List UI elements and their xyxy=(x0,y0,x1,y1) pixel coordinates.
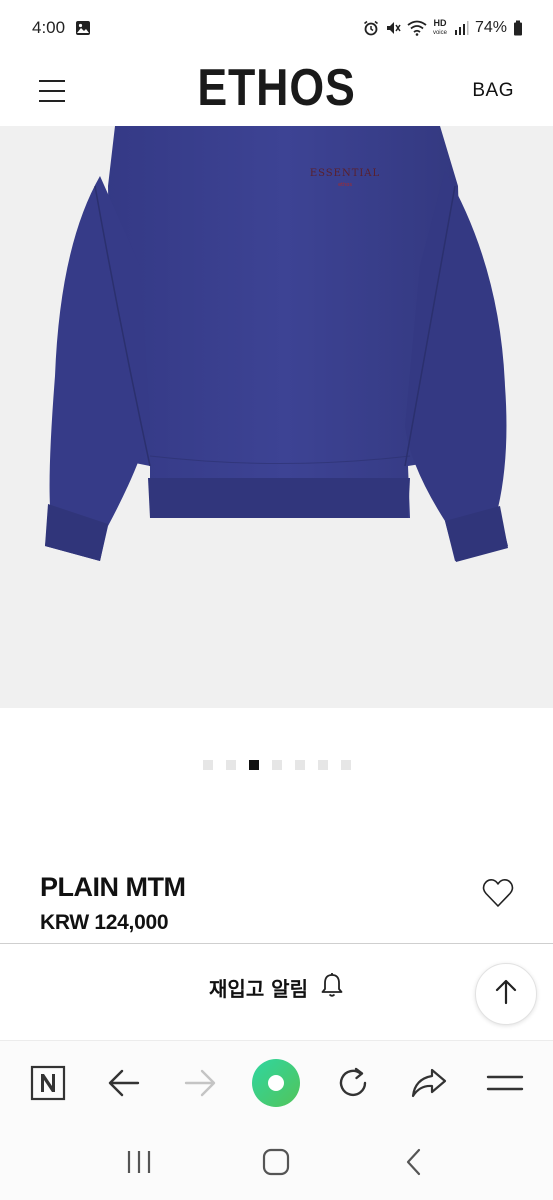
wifi-icon xyxy=(407,20,427,36)
gallery-dot[interactable] xyxy=(202,760,213,770)
battery-percent: 74% xyxy=(474,19,507,36)
product-name: PLAIN MTM xyxy=(40,872,186,902)
browser-toolbar xyxy=(0,1040,553,1124)
share-icon[interactable] xyxy=(404,1058,454,1108)
status-bar: 4:00 HD voice 74% xyxy=(0,0,553,56)
restock-label: 재입고 알림 xyxy=(209,977,308,1001)
gallery-dot[interactable] xyxy=(294,760,305,770)
status-left: 4:00 xyxy=(32,18,91,38)
divider xyxy=(0,943,553,944)
gallery-dot-active[interactable] xyxy=(248,760,259,770)
restock-alert-button[interactable]: 재입고 알림 xyxy=(0,972,553,1003)
naver-home-icon[interactable] xyxy=(23,1058,73,1108)
product-info: PLAIN MTM KRW 124,000 xyxy=(40,872,186,935)
gallery-icon xyxy=(75,20,91,36)
gallery-dot[interactable] xyxy=(340,760,351,770)
arrow-up-icon xyxy=(493,978,519,1011)
forward-arrow-icon[interactable] xyxy=(175,1058,225,1108)
back-arrow-icon[interactable] xyxy=(99,1058,149,1108)
menu-lines-icon[interactable] xyxy=(480,1058,530,1108)
product-price: KRW 124,000 xyxy=(40,911,169,934)
bell-icon xyxy=(320,972,344,1003)
alarm-icon xyxy=(363,20,379,36)
gallery-pagination xyxy=(0,760,553,770)
product-image[interactable]: ESSENTIAL ethos xyxy=(0,126,553,708)
home-icon[interactable] xyxy=(246,1137,306,1187)
gallery-dot[interactable] xyxy=(225,760,236,770)
green-dot-icon[interactable] xyxy=(251,1058,301,1108)
hamburger-menu-icon[interactable] xyxy=(39,80,65,102)
mute-icon xyxy=(385,20,401,36)
brand-logo[interactable]: ETHOS xyxy=(39,58,515,118)
hd-voice-icon: HD voice xyxy=(432,18,447,37)
gallery-dot[interactable] xyxy=(317,760,328,770)
battery-icon xyxy=(513,20,523,36)
heart-outline-icon[interactable] xyxy=(481,876,515,910)
status-time: 4:00 xyxy=(32,18,66,37)
svg-text:ethos: ethos xyxy=(338,182,352,188)
system-nav-bar xyxy=(0,1124,553,1200)
back-chevron-icon[interactable] xyxy=(384,1137,444,1187)
signal-icon xyxy=(453,20,469,36)
scroll-to-top-button[interactable] xyxy=(475,963,537,1025)
svg-text:ESSENTIAL: ESSENTIAL xyxy=(310,168,380,179)
recent-apps-icon[interactable] xyxy=(109,1137,169,1187)
status-right: HD voice 74% xyxy=(363,19,523,37)
refresh-icon[interactable] xyxy=(328,1058,378,1108)
bag-link[interactable]: BAG xyxy=(472,80,514,102)
sweatshirt-illustration: ESSENTIAL ethos xyxy=(45,126,508,562)
site-header: ETHOS BAG xyxy=(0,56,553,126)
gallery-dot[interactable] xyxy=(271,760,282,770)
